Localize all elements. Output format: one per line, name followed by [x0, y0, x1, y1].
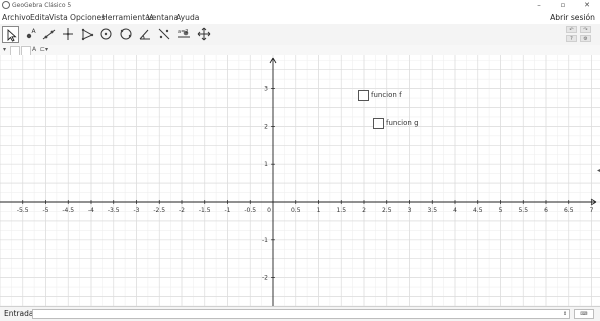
x-tick-label: 1 [317, 207, 321, 214]
sign-in-link[interactable]: Abrir sesión [550, 11, 595, 24]
polygon-tool-button[interactable] [79, 26, 96, 43]
x-tick-label: -2 [179, 207, 185, 214]
toolbar-right-controls: ↶ ↷ ? ⚙ [566, 26, 596, 44]
svg-text:A: A [32, 28, 37, 35]
slider-tool-button[interactable]: a=2 [176, 26, 193, 43]
menu-ayuda[interactable]: Ayuda [176, 11, 199, 24]
x-tick-label: -4.5 [62, 207, 74, 214]
checkbox-label: funcion g [386, 119, 419, 127]
input-field[interactable] [32, 309, 570, 319]
toggle-stylebar-icon[interactable]: ▾ [3, 46, 6, 54]
line-tool-button[interactable] [41, 26, 58, 43]
y-tick-label: 3 [264, 86, 268, 93]
move-view-tool-button[interactable] [196, 26, 213, 43]
circle-icon [100, 28, 112, 40]
x-tick-label: 3 [408, 207, 412, 214]
checkbox-label: funcion f [371, 91, 402, 99]
x-tick-label: 0 [267, 207, 271, 214]
reflect-line-icon [158, 28, 170, 40]
x-tick-label: -5 [43, 207, 49, 214]
x-tick-label: 0.5 [291, 207, 301, 214]
y-tick-label: -2 [262, 275, 268, 282]
perpendicular-tool-button[interactable] [60, 26, 77, 43]
x-tick-label: -2.5 [153, 207, 165, 214]
graphics-view[interactable]: -5.5 -5 -4.5 -4 -3.5 -3 -2.5 -2 -1.5 -1 -0.5 0 0.5 1 1… [0, 55, 600, 306]
undo-button[interactable]: ↶ [566, 26, 577, 33]
point-icon: A [26, 28, 37, 39]
menu-bar: Archivo Edita Vista Opciones Herramienta… [0, 11, 600, 24]
close-button[interactable]: ✕ [576, 0, 598, 11]
conic-tool-button[interactable] [118, 26, 135, 43]
graphics-canvas[interactable]: -5.5 -5 -4.5 -4 -3.5 -3 -2.5 -2 -1.5 -1 -0.5 0 0.5 1 1… [0, 55, 600, 306]
y-tick-label: 2 [264, 123, 268, 130]
label-style-button[interactable]: A [32, 46, 36, 54]
redo-button[interactable]: ↷ [580, 26, 591, 33]
x-tick-label: 4.5 [473, 207, 483, 214]
move-graphics-view-icon [197, 27, 211, 41]
x-tick-label: 6 [544, 207, 548, 214]
toolbar: A a=2 ↶ ↷ ? ⚙ [0, 24, 600, 46]
menu-vista[interactable]: Vista [49, 11, 68, 24]
polygon-icon [81, 28, 94, 41]
menu-herramientas[interactable]: Herramientas [102, 11, 154, 24]
checkbox-box[interactable] [373, 118, 384, 129]
maximize-button[interactable]: ▫ [552, 0, 574, 11]
minimize-button[interactable]: – [528, 0, 550, 11]
line-icon [42, 29, 56, 40]
reflect-tool-button[interactable] [156, 26, 173, 43]
angle-icon [139, 29, 150, 40]
x-tick-label: 5 [499, 207, 503, 214]
title-bar: GeoGebra Clásico 5 – ▫ ✕ [0, 0, 600, 11]
perpendicular-line-icon [63, 28, 73, 40]
x-tick-label: 5.5 [518, 207, 528, 214]
menu-opciones[interactable]: Opciones [70, 11, 105, 24]
x-tick-label: -5.5 [17, 207, 29, 214]
circle-through-points-icon [120, 28, 132, 40]
slider-icon: a=2 [178, 29, 190, 38]
window-title: GeoGebra Clásico 5 [12, 2, 72, 9]
input-history-dropdown-icon[interactable]: ⇕ [563, 309, 567, 319]
x-tick-label: 3.5 [427, 207, 437, 214]
x-tick-label: -1 [225, 207, 231, 214]
x-tick-label: -0.5 [244, 207, 256, 214]
x-tick-label: 2 [362, 207, 366, 214]
keyboard-icon[interactable]: ⌨ [574, 309, 594, 319]
menu-archivo[interactable]: Archivo [2, 11, 30, 24]
angle-tool-button[interactable] [137, 26, 154, 43]
x-tick-label: 6.5 [564, 207, 574, 214]
y-tick-label: 1 [264, 161, 268, 168]
x-tick-label: 7 [590, 207, 594, 214]
x-tick-label: -3.5 [108, 207, 120, 214]
point-capture-button[interactable]: ⊏▾ [40, 46, 48, 54]
x-tick-label: 2.5 [382, 207, 392, 214]
gear-icon[interactable]: ⚙ [580, 35, 591, 42]
menu-edita[interactable]: Edita [30, 11, 49, 24]
checkbox-box[interactable] [358, 90, 369, 101]
menu-ventana[interactable]: Ventana [147, 11, 178, 24]
geogebra-logo-icon [2, 1, 10, 9]
help-icon[interactable]: ? [566, 35, 577, 42]
input-bar: Entrada: ⇕ ⌨ [0, 306, 600, 321]
x-tick-label: 1.5 [336, 207, 346, 214]
svg-text:a=2: a=2 [178, 29, 188, 35]
move-tool-button[interactable] [2, 26, 19, 43]
x-tick-label: -1.5 [199, 207, 211, 214]
x-tick-label: 4 [453, 207, 457, 214]
x-tick-label: -3 [134, 207, 140, 214]
circle-tool-button[interactable] [98, 26, 115, 43]
y-tick-label: -1 [262, 237, 268, 244]
x-tick-label: -4 [88, 207, 94, 214]
cursor-arrow-icon [7, 28, 17, 42]
point-tool-button[interactable]: A [23, 26, 40, 43]
